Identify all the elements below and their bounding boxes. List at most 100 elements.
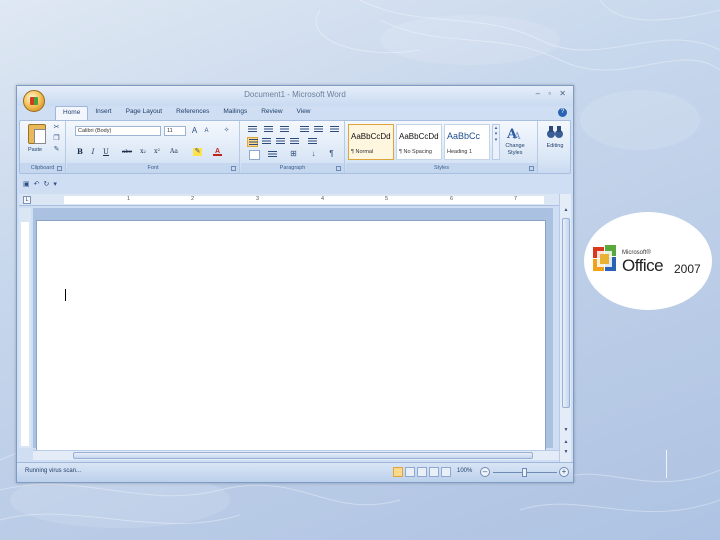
zoom-in-icon[interactable]: + xyxy=(559,467,569,477)
style-normal-sample: AaBbCcDd xyxy=(351,132,391,141)
highlight-icon[interactable]: ✎ xyxy=(193,148,202,156)
previous-page-icon[interactable]: ▲ xyxy=(562,438,570,446)
clipboard-launcher-icon[interactable] xyxy=(57,166,62,171)
office-button[interactable] xyxy=(23,90,45,112)
save-icon[interactable]: ▣ xyxy=(23,180,30,188)
editing-button[interactable]: Editing xyxy=(539,143,571,150)
superscript-button[interactable]: x² xyxy=(151,147,163,157)
shading-icon[interactable] xyxy=(249,150,260,160)
cut-icon[interactable]: ✂ xyxy=(52,124,61,132)
ribbon-tabs: Home Insert Page Layout References Maili… xyxy=(55,106,318,120)
styles-launcher-icon[interactable] xyxy=(529,166,534,171)
help-icon[interactable]: ? xyxy=(558,108,567,117)
paragraph-launcher-icon[interactable] xyxy=(336,166,341,171)
window-controls[interactable]: – ▫ ✕ xyxy=(536,89,569,98)
decrease-indent-icon[interactable] xyxy=(299,125,310,135)
full-screen-view-icon[interactable] xyxy=(405,467,415,477)
scroll-down-icon[interactable]: ▼ xyxy=(562,426,570,434)
style-no-spacing[interactable]: AaBbCcDd ¶ No Spacing xyxy=(396,124,442,160)
customize-qat-icon[interactable]: ▾ xyxy=(53,180,57,188)
status-bar: Running virus scan... 100% – + xyxy=(17,462,573,482)
redo-icon[interactable]: ↻ xyxy=(44,180,50,188)
ruler-number: 1 xyxy=(127,196,131,202)
horizontal-scroll-thumb[interactable] xyxy=(73,452,533,459)
bold-button[interactable]: B xyxy=(75,147,85,157)
vertical-scroll-thumb[interactable] xyxy=(562,218,570,408)
tab-selector-icon[interactable]: L xyxy=(23,196,31,204)
align-right-icon[interactable] xyxy=(275,137,286,147)
tab-references[interactable]: References xyxy=(169,106,216,120)
style-heading-1[interactable]: AaBbCc Heading 1 xyxy=(444,124,490,160)
style-normal[interactable]: AaBbCcDd ¶ Normal xyxy=(348,124,394,160)
numbering-icon[interactable] xyxy=(263,125,274,135)
svg-text:A: A xyxy=(513,132,521,141)
zoom-slider-thumb[interactable] xyxy=(522,468,527,477)
underline-button[interactable]: U xyxy=(101,147,111,157)
grow-font-icon[interactable]: A xyxy=(190,127,199,135)
tab-review[interactable]: Review xyxy=(254,106,289,120)
align-center-icon[interactable] xyxy=(261,137,272,147)
vertical-scrollbar[interactable]: ▲ ▼ ▲ ▼ xyxy=(559,194,571,462)
style-heading-1-sample: AaBbCc xyxy=(447,131,481,141)
next-page-icon[interactable]: ▼ xyxy=(562,448,570,456)
font-launcher-icon[interactable] xyxy=(231,166,236,171)
sort-icon[interactable] xyxy=(329,125,340,135)
scroll-up-icon[interactable]: ▲ xyxy=(562,206,570,214)
tab-view[interactable]: View xyxy=(290,106,318,120)
logo-year-text: 2007 xyxy=(674,262,701,276)
paste-button[interactable]: Paste xyxy=(28,147,42,153)
horizontal-ruler: L 1 2 3 4 5 6 7 xyxy=(19,194,571,206)
format-painter-icon[interactable]: ✎ xyxy=(52,146,61,154)
shrink-font-icon[interactable]: A xyxy=(202,127,211,135)
decorative-divider xyxy=(666,450,667,478)
tab-page-layout[interactable]: Page Layout xyxy=(119,106,170,120)
status-text: Running virus scan... xyxy=(25,468,82,474)
print-layout-view-icon[interactable] xyxy=(393,467,403,477)
ruler-number: 6 xyxy=(450,196,454,202)
horizontal-scrollbar[interactable] xyxy=(33,450,559,460)
clear-formatting-icon[interactable]: ✧ xyxy=(222,127,231,135)
copy-icon[interactable]: ❐ xyxy=(52,135,61,143)
change-styles-icon[interactable]: AA xyxy=(506,125,524,142)
tab-mailings[interactable]: Mailings xyxy=(216,106,254,120)
styles-scroll[interactable]: ▴ ▾ ▾ xyxy=(492,124,500,160)
change-styles-button[interactable]: Change Styles xyxy=(500,143,530,157)
ruler-number: 5 xyxy=(385,196,389,202)
table-icon[interactable]: ⊞ xyxy=(289,150,298,158)
undo-icon[interactable]: ↶ xyxy=(34,180,40,188)
strikethrough-button[interactable]: abe xyxy=(119,147,135,157)
font-color-icon[interactable]: A xyxy=(213,148,222,156)
sort-az-icon[interactable]: ↓ xyxy=(309,150,318,158)
zoom-level[interactable]: 100% xyxy=(457,468,472,474)
web-layout-view-icon[interactable] xyxy=(417,467,427,477)
justify-icon[interactable] xyxy=(289,137,300,147)
font-size-select[interactable]: 11 xyxy=(164,126,186,136)
ribbon: Paste ✂ ❐ ✎ Clipboard Calibri (Body) 11 … xyxy=(19,120,571,174)
binoculars-icon[interactable] xyxy=(546,125,564,141)
bullets-icon[interactable] xyxy=(247,125,258,135)
outline-view-icon[interactable] xyxy=(429,467,439,477)
quick-access-toolbar: ▣ ↶ ↻ ▾ xyxy=(23,178,57,190)
font-name-select[interactable]: Calibri (Body) xyxy=(75,126,161,136)
draft-view-icon[interactable] xyxy=(441,467,451,477)
tab-insert[interactable]: Insert xyxy=(88,106,118,120)
document-page[interactable] xyxy=(36,220,546,452)
zoom-out-icon[interactable]: – xyxy=(480,467,490,477)
paragraph-group-label: Paragraph xyxy=(241,163,344,173)
increase-indent-icon[interactable] xyxy=(313,125,324,135)
vertical-ruler-text-area xyxy=(21,222,29,446)
change-case-button[interactable]: Aa xyxy=(167,147,181,157)
multilevel-list-icon[interactable] xyxy=(279,125,290,135)
document-area xyxy=(33,208,553,452)
italic-button[interactable]: I xyxy=(88,147,98,157)
vertical-ruler xyxy=(19,208,31,448)
clipboard-group: Paste ✂ ❐ ✎ Clipboard xyxy=(20,121,66,173)
align-left-icon[interactable] xyxy=(247,137,258,147)
paste-icon[interactable] xyxy=(28,124,46,144)
subscript-button[interactable]: x₂ xyxy=(137,147,149,157)
show-marks-icon[interactable]: ¶ xyxy=(327,150,336,158)
tab-home[interactable]: Home xyxy=(55,106,89,120)
borders-icon[interactable] xyxy=(267,150,278,160)
ruler-number: 2 xyxy=(191,196,195,202)
line-spacing-icon[interactable] xyxy=(307,137,318,147)
